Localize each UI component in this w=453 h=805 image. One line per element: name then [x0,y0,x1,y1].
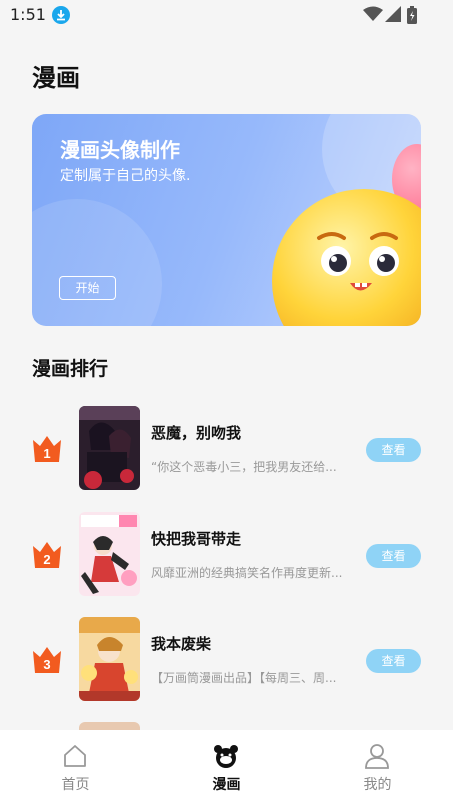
tab-home[interactable]: 首页 [0,730,151,805]
status-bar: 1:51 [0,0,453,30]
page-title: 漫画 [32,64,80,92]
user-icon [365,744,389,769]
tab-label: 我的 [363,777,392,793]
comic-description: 风靡亚洲的经典搞笑名作再度更新... [151,566,343,580]
banner-title: 漫画头像制作 [60,138,180,162]
view-button[interactable]: 查看 [366,649,421,673]
ranking-list-item[interactable]: 3 我本废柴 【万画筒漫画出品】【每周三、周... 查看 [0,617,453,703]
bottom-tab-bar: 首页 漫画 我的 [0,730,453,805]
rank-number: 2 [43,552,51,567]
comic-title: 恶魔，别吻我 [151,424,242,442]
crown-rank-badge: 3 [31,643,63,675]
tab-mine[interactable]: 我的 [302,730,453,805]
comic-cover-image [79,722,140,730]
view-button[interactable]: 查看 [366,544,421,568]
bear-icon [214,745,238,768]
tab-label: 首页 [61,777,90,793]
download-icon [52,6,70,24]
ranking-list-item[interactable]: 2 快把我哥带走 风靡亚洲的经典搞笑名作再度更新... 查看 [0,512,453,598]
smiley-mascot-illustration [272,189,421,326]
home-icon [64,745,86,767]
status-time: 1:51 [10,5,46,24]
start-button[interactable]: 开始 [59,276,116,300]
wifi-icon [363,6,383,26]
ranking-section-title: 漫画排行 [32,358,109,380]
comic-description: “你这个恶毒小三，把我男友还给... [151,460,337,474]
avatar-maker-banner[interactable]: 漫画头像制作 定制属于自己的头像. 开始 [32,114,421,326]
banner-subtitle: 定制属于自己的头像. [60,168,191,184]
battery-icon [407,6,417,28]
crown-rank-badge: 2 [31,538,63,570]
comic-title: 我本废柴 [151,635,212,653]
view-button[interactable]: 查看 [366,438,421,462]
comic-cover-image[interactable] [79,512,140,596]
comic-title: 快把我哥带走 [151,530,242,548]
signal-icon [385,6,401,26]
crown-rank-badge: 1 [31,432,63,464]
tab-label: 漫画 [212,777,241,793]
comic-cover-image[interactable] [79,406,140,490]
banner-decor-circle [32,199,162,326]
comic-description: 【万画筒漫画出品】【每周三、周... [151,671,337,685]
tab-manga[interactable]: 漫画 [151,730,302,805]
ranking-list-item[interactable]: 1 恶魔，别吻我 “你这个恶毒小三，把我男友还给... 查看 [0,406,453,492]
rank-number: 3 [43,657,51,672]
comic-cover-image[interactable] [79,617,140,701]
rank-number: 1 [43,446,51,461]
